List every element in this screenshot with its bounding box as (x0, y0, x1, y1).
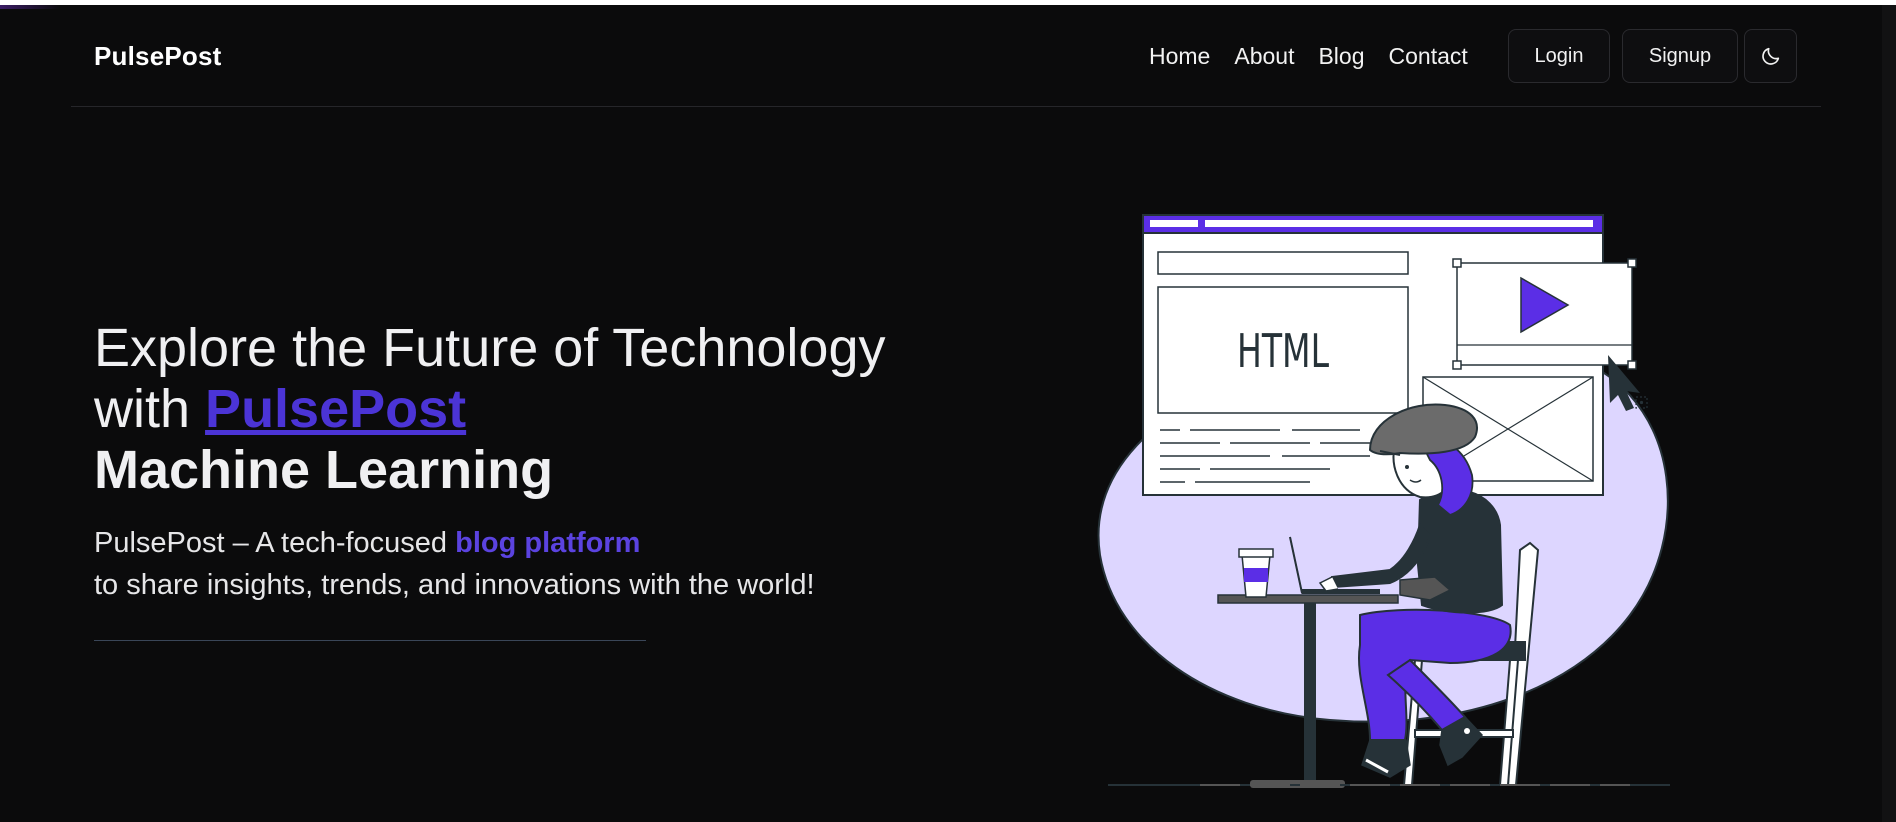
hero-divider (94, 640, 646, 641)
nav-link-home[interactable]: Home (1149, 43, 1210, 70)
hero-title-with: with (94, 379, 191, 439)
nav-links: Home About Blog Contact (1149, 43, 1492, 70)
scrollbar-track[interactable] (1882, 5, 1896, 822)
hero-rotating-text: Machine Learning (94, 440, 554, 500)
hero-subtitle: PulsePost – A tech-focused blog platform… (94, 522, 914, 606)
top-glow (0, 5, 60, 9)
nav-link-contact[interactable]: Contact (1389, 43, 1468, 70)
brand-logo[interactable]: PulsePost (94, 41, 222, 72)
nav-link-about[interactable]: About (1234, 43, 1294, 70)
person-at-laptop-illustration: HTML (1097, 214, 1670, 788)
hero-illustration: HTML (1070, 205, 1700, 790)
navbar: PulsePost Home About Blog Contact Login … (71, 5, 1821, 107)
hero-brand-link[interactable]: PulsePost (205, 379, 466, 439)
hero-subtitle-part1: PulsePost – A tech-focused (94, 527, 448, 559)
hero-title-line1: Explore the Future of Technology (94, 318, 886, 378)
theme-toggle-button[interactable] (1744, 29, 1797, 83)
signup-button[interactable]: Signup (1622, 29, 1738, 83)
hero-subtitle-highlight: blog platform (455, 527, 641, 559)
hero-subtitle-part2: to share insights, trends, and innovatio… (94, 569, 815, 601)
nav-link-blog[interactable]: Blog (1318, 43, 1364, 70)
table (1217, 594, 1399, 604)
moon-icon (1761, 47, 1779, 65)
hero-title: Explore the Future of Technology with Pu… (94, 318, 954, 501)
login-button[interactable]: Login (1508, 29, 1610, 83)
html-label: HTML (1237, 324, 1329, 378)
